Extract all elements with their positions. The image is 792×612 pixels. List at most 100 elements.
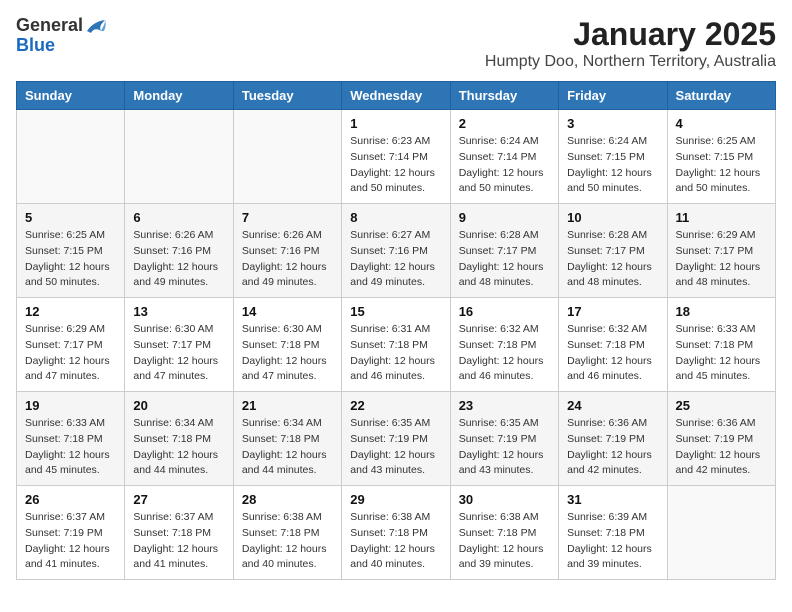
calendar-cell: 24Sunrise: 6:36 AMSunset: 7:19 PMDayligh… bbox=[559, 392, 667, 486]
calendar-cell: 4 Sunrise: 6:25 AMSunset: 7:15 PMDaylight… bbox=[667, 110, 775, 204]
calendar-cell bbox=[125, 110, 233, 204]
day-detail: Sunrise: 6:33 AMSunset: 7:18 PMDaylight:… bbox=[25, 416, 116, 479]
calendar-cell: 25 Sunrise: 6:36 AMSunset: 7:19 PMDayligh… bbox=[667, 392, 775, 486]
day-number: 31 bbox=[567, 492, 658, 507]
calendar-cell: 16 Sunrise: 6:32 AMSunset: 7:18 PMDayligh… bbox=[450, 298, 558, 392]
calendar-cell: 12Sunrise: 6:29 AMSunset: 7:17 PMDayligh… bbox=[17, 298, 125, 392]
day-detail: Sunrise: 6:30 AMSunset: 7:18 PMDaylight:… bbox=[242, 322, 333, 385]
calendar-header-row: SundayMondayTuesdayWednesdayThursdayFrid… bbox=[17, 82, 776, 110]
calendar-table: SundayMondayTuesdayWednesdayThursdayFrid… bbox=[16, 81, 776, 580]
calendar-cell: 7 Sunrise: 6:26 AMSunset: 7:16 PMDaylight… bbox=[233, 204, 341, 298]
day-number: 20 bbox=[133, 398, 224, 413]
day-number: 12 bbox=[25, 304, 116, 319]
day-number: 29 bbox=[350, 492, 441, 507]
day-number: 30 bbox=[459, 492, 550, 507]
calendar-cell: 22Sunrise: 6:35 AMSunset: 7:19 PMDayligh… bbox=[342, 392, 450, 486]
calendar-cell: 5 Sunrise: 6:25 AMSunset: 7:15 PMDaylight… bbox=[17, 204, 125, 298]
day-number: 10 bbox=[567, 210, 658, 225]
day-detail: Sunrise: 6:25 AMSunset: 7:15 PMDaylight:… bbox=[676, 134, 767, 197]
calendar-cell: 26 Sunrise: 6:37 AMSunset: 7:19 PMDayligh… bbox=[17, 486, 125, 580]
day-detail: Sunrise: 6:28 AMSunset: 7:17 PMDaylight:… bbox=[459, 228, 550, 291]
day-number: 6 bbox=[133, 210, 224, 225]
day-number: 23 bbox=[459, 398, 550, 413]
day-number: 17 bbox=[567, 304, 658, 319]
day-detail: Sunrise: 6:37 AMSunset: 7:18 PMDaylight:… bbox=[133, 510, 224, 573]
day-number: 13 bbox=[133, 304, 224, 319]
day-detail: Sunrise: 6:26 AMSunset: 7:16 PMDaylight:… bbox=[133, 228, 224, 291]
day-number: 9 bbox=[459, 210, 550, 225]
day-number: 26 bbox=[25, 492, 116, 507]
day-number: 28 bbox=[242, 492, 333, 507]
day-detail: Sunrise: 6:32 AMSunset: 7:18 PMDaylight:… bbox=[567, 322, 658, 385]
calendar-cell: 28Sunrise: 6:38 AMSunset: 7:18 PMDayligh… bbox=[233, 486, 341, 580]
day-number: 19 bbox=[25, 398, 116, 413]
page-header: General Blue January 2025 Humpty Doo, No… bbox=[16, 16, 776, 71]
day-detail: Sunrise: 6:36 AMSunset: 7:19 PMDaylight:… bbox=[676, 416, 767, 479]
logo: General Blue bbox=[16, 16, 107, 56]
calendar-cell: 31 Sunrise: 6:39 AMSunset: 7:18 PMDayligh… bbox=[559, 486, 667, 580]
day-number: 14 bbox=[242, 304, 333, 319]
calendar-cell: 23Sunrise: 6:35 AMSunset: 7:19 PMDayligh… bbox=[450, 392, 558, 486]
day-detail: Sunrise: 6:25 AMSunset: 7:15 PMDaylight:… bbox=[25, 228, 116, 291]
day-number: 7 bbox=[242, 210, 333, 225]
calendar-row-4: 26 Sunrise: 6:37 AMSunset: 7:19 PMDayligh… bbox=[17, 486, 776, 580]
day-detail: Sunrise: 6:30 AMSunset: 7:17 PMDaylight:… bbox=[133, 322, 224, 385]
day-number: 4 bbox=[676, 116, 767, 131]
calendar-cell: 17 Sunrise: 6:32 AMSunset: 7:18 PMDayligh… bbox=[559, 298, 667, 392]
calendar-cell: 2 Sunrise: 6:24 AMSunset: 7:14 PMDaylight… bbox=[450, 110, 558, 204]
day-detail: Sunrise: 6:27 AMSunset: 7:16 PMDaylight:… bbox=[350, 228, 441, 291]
day-number: 16 bbox=[459, 304, 550, 319]
day-detail: Sunrise: 6:33 AMSunset: 7:18 PMDaylight:… bbox=[676, 322, 767, 385]
weekday-header-friday: Friday bbox=[559, 82, 667, 110]
calendar-cell: 13 Sunrise: 6:30 AMSunset: 7:17 PMDayligh… bbox=[125, 298, 233, 392]
day-detail: Sunrise: 6:31 AMSunset: 7:18 PMDaylight:… bbox=[350, 322, 441, 385]
weekday-header-saturday: Saturday bbox=[667, 82, 775, 110]
day-number: 5 bbox=[25, 210, 116, 225]
day-number: 27 bbox=[133, 492, 224, 507]
day-number: 2 bbox=[459, 116, 550, 131]
day-number: 1 bbox=[350, 116, 441, 131]
day-number: 15 bbox=[350, 304, 441, 319]
calendar-row-3: 19 Sunrise: 6:33 AMSunset: 7:18 PMDayligh… bbox=[17, 392, 776, 486]
logo-bird-icon bbox=[85, 17, 107, 35]
calendar-cell: 21Sunrise: 6:34 AMSunset: 7:18 PMDayligh… bbox=[233, 392, 341, 486]
day-detail: Sunrise: 6:35 AMSunset: 7:19 PMDaylight:… bbox=[350, 416, 441, 479]
calendar-cell bbox=[233, 110, 341, 204]
day-detail: Sunrise: 6:32 AMSunset: 7:18 PMDaylight:… bbox=[459, 322, 550, 385]
day-number: 25 bbox=[676, 398, 767, 413]
calendar-cell: 15 Sunrise: 6:31 AMSunset: 7:18 PMDayligh… bbox=[342, 298, 450, 392]
calendar-cell: 20 Sunrise: 6:34 AMSunset: 7:18 PMDayligh… bbox=[125, 392, 233, 486]
day-detail: Sunrise: 6:34 AMSunset: 7:18 PMDaylight:… bbox=[133, 416, 224, 479]
page-subtitle: Humpty Doo, Northern Territory, Australi… bbox=[485, 53, 776, 71]
weekday-header-thursday: Thursday bbox=[450, 82, 558, 110]
calendar-cell: 3Sunrise: 6:24 AMSunset: 7:15 PMDaylight… bbox=[559, 110, 667, 204]
logo-blue-text: Blue bbox=[16, 36, 55, 56]
day-detail: Sunrise: 6:36 AMSunset: 7:19 PMDaylight:… bbox=[567, 416, 658, 479]
day-detail: Sunrise: 6:24 AMSunset: 7:15 PMDaylight:… bbox=[567, 134, 658, 197]
calendar-cell bbox=[17, 110, 125, 204]
day-detail: Sunrise: 6:38 AMSunset: 7:18 PMDaylight:… bbox=[459, 510, 550, 573]
calendar-cell: 10Sunrise: 6:28 AMSunset: 7:17 PMDayligh… bbox=[559, 204, 667, 298]
day-detail: Sunrise: 6:34 AMSunset: 7:18 PMDaylight:… bbox=[242, 416, 333, 479]
day-number: 18 bbox=[676, 304, 767, 319]
logo-general-text: General bbox=[16, 16, 83, 36]
weekday-header-monday: Monday bbox=[125, 82, 233, 110]
calendar-cell bbox=[667, 486, 775, 580]
calendar-cell: 1 Sunrise: 6:23 AMSunset: 7:14 PMDaylight… bbox=[342, 110, 450, 204]
day-detail: Sunrise: 6:26 AMSunset: 7:16 PMDaylight:… bbox=[242, 228, 333, 291]
day-detail: Sunrise: 6:39 AMSunset: 7:18 PMDaylight:… bbox=[567, 510, 658, 573]
calendar-cell: 29Sunrise: 6:38 AMSunset: 7:18 PMDayligh… bbox=[342, 486, 450, 580]
day-number: 11 bbox=[676, 210, 767, 225]
calendar-cell: 6 Sunrise: 6:26 AMSunset: 7:16 PMDaylight… bbox=[125, 204, 233, 298]
day-detail: Sunrise: 6:24 AMSunset: 7:14 PMDaylight:… bbox=[459, 134, 550, 197]
weekday-header-sunday: Sunday bbox=[17, 82, 125, 110]
calendar-row-0: 1 Sunrise: 6:23 AMSunset: 7:14 PMDaylight… bbox=[17, 110, 776, 204]
calendar-cell: 18 Sunrise: 6:33 AMSunset: 7:18 PMDayligh… bbox=[667, 298, 775, 392]
title-area: January 2025 Humpty Doo, Northern Territ… bbox=[485, 16, 776, 71]
weekday-header-tuesday: Tuesday bbox=[233, 82, 341, 110]
day-detail: Sunrise: 6:37 AMSunset: 7:19 PMDaylight:… bbox=[25, 510, 116, 573]
day-detail: Sunrise: 6:23 AMSunset: 7:14 PMDaylight:… bbox=[350, 134, 441, 197]
calendar-cell: 14 Sunrise: 6:30 AMSunset: 7:18 PMDayligh… bbox=[233, 298, 341, 392]
calendar-cell: 19 Sunrise: 6:33 AMSunset: 7:18 PMDayligh… bbox=[17, 392, 125, 486]
page-title: January 2025 bbox=[485, 16, 776, 53]
